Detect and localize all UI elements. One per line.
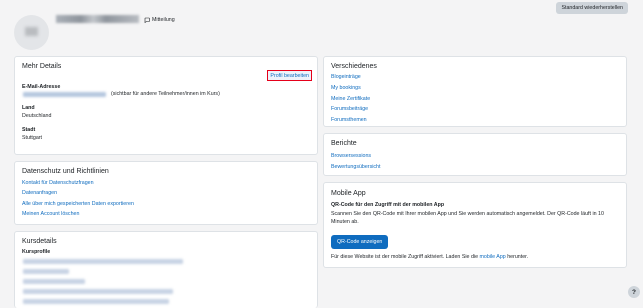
course-profiles-label: Kursprofile <box>22 249 51 255</box>
privacy-title: Datenschutz und Richtlinien <box>22 168 109 175</box>
my-bookings-link[interactable]: My bookings <box>331 85 370 91</box>
email-value-redacted <box>23 92 106 97</box>
courses-title: Kursdetails <box>22 238 57 245</box>
privacy-card: Datenschutz und Richtlinien Kontakt für … <box>14 161 318 225</box>
mobile-card: Mobile App QR-Code für den Zugriff mit d… <box>323 182 627 268</box>
grades-overview-link[interactable]: Bewertungsübersicht <box>331 164 380 170</box>
land-label: Land <box>22 105 35 111</box>
course-link-redacted[interactable] <box>23 299 169 304</box>
message-link[interactable]: Mitteilung <box>144 17 175 23</box>
details-card: Mehr Details Profil bearbeiten E-Mail-Ad… <box>14 56 318 155</box>
privacy-contact-link[interactable]: Kontakt für Datenschutzfragen <box>22 180 134 186</box>
email-label: E-Mail-Adresse <box>22 84 61 90</box>
mobile-footer-text: Für diese Website ist der mobile Zugriff… <box>331 254 479 260</box>
mobile-title: Mobile App <box>331 190 366 197</box>
reports-title: Berichte <box>331 140 357 147</box>
stadt-value: Stuttgart <box>22 135 43 141</box>
land-value: Deutschland <box>22 113 52 119</box>
details-title: Mehr Details <box>22 63 62 70</box>
delete-account-link[interactable]: Meinen Account löschen <box>22 211 134 217</box>
reset-page-button[interactable]: Standard wiederherstellen <box>556 2 628 14</box>
show-qr-code-button[interactable]: QR-Code anzeigen <box>331 235 389 249</box>
certificates-link[interactable]: Meine Zertifikate <box>331 96 370 102</box>
chat-bubble-icon <box>144 17 150 23</box>
browser-sessions-link[interactable]: Browsersessions <box>331 153 380 159</box>
courses-card: Kursdetails Kursprofile <box>14 231 318 308</box>
help-button[interactable]: ? <box>628 286 640 298</box>
qr-heading: QR-Code für den Zugriff mit der mobilen … <box>331 202 445 208</box>
forum-posts-link[interactable]: Forumsbeiträge <box>331 106 370 112</box>
reports-card: Berichte Browsersessions Bewertungsübers… <box>323 133 627 176</box>
course-link-redacted[interactable] <box>23 269 69 274</box>
qr-description: Scannen Sie den QR-Code mit Ihrer mobile… <box>331 211 604 225</box>
user-name-redacted <box>56 15 139 23</box>
course-link-redacted[interactable] <box>23 279 85 284</box>
edit-profile-button[interactable]: Profil bearbeiten <box>267 70 312 81</box>
mobile-app-link[interactable]: mobile App <box>480 254 506 260</box>
misc-card: Verschiedenes Blogeinträge My bookings M… <box>323 56 627 127</box>
mobile-footer-end: herunter. <box>507 254 529 260</box>
message-label: Mitteilung <box>152 17 175 23</box>
export-data-link[interactable]: Alle über mich gespeicherten Daten expor… <box>22 201 134 207</box>
email-note: (sichtbar für andere Teilnehmer/innen im… <box>111 91 220 97</box>
blog-entries-link[interactable]: Blogeinträge <box>331 74 370 80</box>
course-link-redacted[interactable] <box>23 289 173 294</box>
mobile-footer: Für diese Website ist der mobile Zugriff… <box>331 254 528 260</box>
course-link-redacted[interactable] <box>23 259 183 264</box>
avatar <box>14 15 49 50</box>
misc-title: Verschiedenes <box>331 63 377 70</box>
stadt-label: Stadt <box>22 127 36 133</box>
data-requests-link[interactable]: Datenanfragen <box>22 190 134 196</box>
forum-topics-link[interactable]: Forumsthemen <box>331 117 370 123</box>
